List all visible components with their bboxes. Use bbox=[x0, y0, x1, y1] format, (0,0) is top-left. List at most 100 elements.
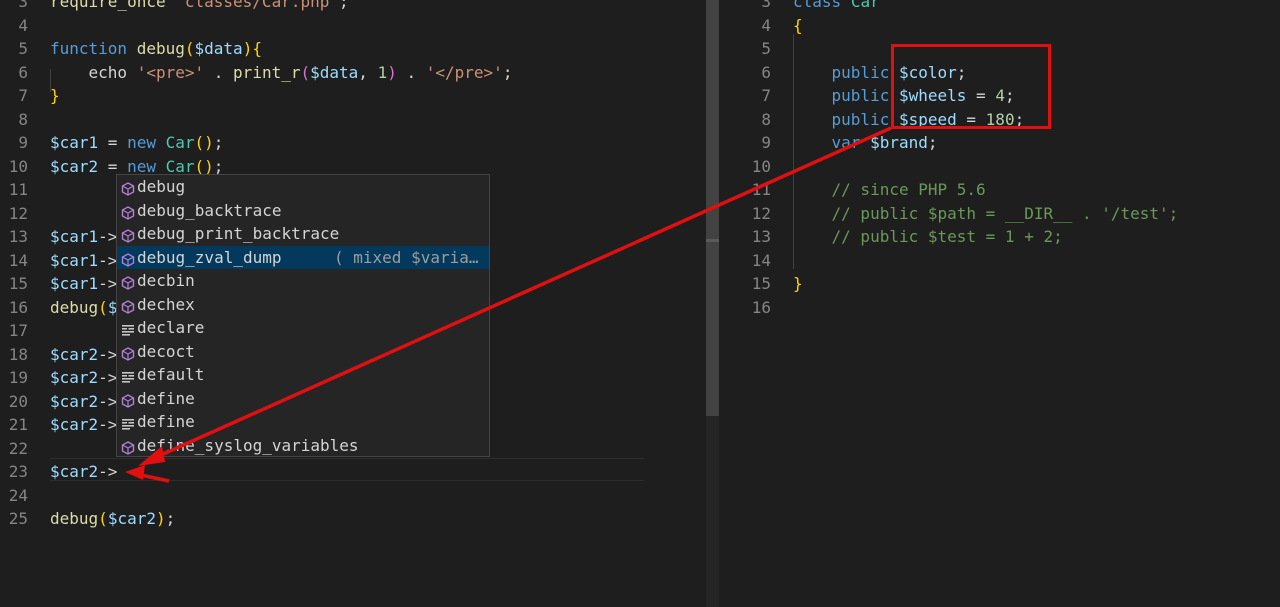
suggestion-item[interactable]: declare bbox=[117, 316, 489, 339]
code-line[interactable]: 11 // since PHP 5.6 bbox=[719, 178, 1280, 201]
code-text[interactable]: $car1-> bbox=[50, 249, 117, 272]
code-line[interactable]: 5 function debug($data){ bbox=[0, 37, 706, 60]
code-text[interactable]: $car2-> bbox=[50, 366, 117, 389]
line-number: 7 bbox=[18, 86, 28, 105]
suggestion-item[interactable]: dechex bbox=[117, 293, 489, 316]
suggestion-item[interactable]: debug_zval_dump ( mixed $varia… bbox=[117, 245, 489, 269]
code-line[interactable]: 23 $car2-> bbox=[0, 460, 706, 483]
code-token: debug bbox=[50, 297, 99, 317]
code-line[interactable]: 3 class Car bbox=[719, 0, 1280, 13]
code-token: () bbox=[194, 133, 214, 152]
code-line[interactable]: 4{ bbox=[719, 14, 1280, 37]
code-text[interactable]: // public $path = __DIR__ . '/test'; bbox=[793, 202, 1179, 225]
code-token: 1 bbox=[377, 62, 388, 82]
code-token: $car2 bbox=[50, 368, 99, 387]
code-text[interactable]: $car1-> bbox=[50, 272, 117, 295]
method-cube-icon bbox=[121, 297, 135, 314]
suggestion-item[interactable]: decoct bbox=[117, 340, 489, 363]
code-line[interactable]: 16 bbox=[719, 296, 1280, 319]
code-line[interactable]: 25 debug($car2); bbox=[0, 507, 706, 530]
line-number: 6 bbox=[761, 62, 771, 82]
code-text[interactable]: echo '<pre>' . print_r($data, 1) . '</pr… bbox=[50, 61, 513, 84]
suggestion-item[interactable]: define bbox=[117, 387, 489, 410]
code-token: public bbox=[793, 109, 890, 129]
code-token: -> bbox=[98, 462, 118, 481]
code-token: ) bbox=[387, 62, 397, 82]
line-number: 18 bbox=[8, 344, 28, 364]
code-line[interactable]: 9 $car1 = new Car(); bbox=[0, 131, 706, 154]
method-cube-icon bbox=[121, 179, 135, 196]
code-text[interactable]: class Car bbox=[793, 0, 880, 13]
annotation-highlight-box bbox=[891, 44, 1051, 129]
suggestion-item[interactable]: decbin bbox=[117, 269, 489, 292]
code-line[interactable]: 6 echo '<pre>' . print_r($data, 1) . '</… bbox=[0, 61, 706, 84]
code-line[interactable]: 9 var $brand; bbox=[719, 131, 1280, 154]
code-token: ( bbox=[98, 297, 108, 317]
code-line[interactable]: 12 // public $path = __DIR__ . '/test'; bbox=[719, 202, 1280, 225]
suggestion-item[interactable]: define_syslog_variables bbox=[117, 434, 489, 457]
code-token: new bbox=[127, 133, 156, 152]
code-token: ; bbox=[502, 62, 513, 82]
code-text[interactable]: require_once 'classes/Car.php'; bbox=[50, 0, 349, 13]
code-token: $car2 bbox=[50, 415, 99, 434]
code-text[interactable]: } bbox=[793, 272, 803, 295]
code-text[interactable]: $car2-> bbox=[50, 390, 117, 413]
code-text[interactable]: $car2-> bbox=[50, 343, 117, 366]
suggestion-item[interactable]: debug bbox=[117, 175, 489, 198]
code-token: $brand bbox=[870, 133, 928, 152]
code-line[interactable]: 15} bbox=[719, 272, 1280, 295]
code-text[interactable]: debug($ bbox=[50, 296, 117, 319]
code-text[interactable]: debug($car2); bbox=[50, 507, 175, 530]
code-text[interactable]: $car2-> bbox=[50, 460, 117, 483]
line-number: 20 bbox=[8, 391, 28, 411]
autocomplete-suggest-widget[interactable]: debug debug_backtrace debug_print_backtrac… bbox=[116, 174, 490, 457]
code-token: $data bbox=[194, 39, 243, 58]
code-text[interactable]: } bbox=[50, 84, 60, 107]
code-token: -> bbox=[98, 368, 118, 387]
code-line[interactable]: 13 // public $test = 1 + 2; bbox=[719, 225, 1280, 248]
code-text[interactable]: $car1-> bbox=[50, 225, 117, 248]
line-number: 24 bbox=[8, 485, 28, 505]
code-text[interactable]: var $brand; bbox=[793, 131, 938, 154]
code-token: = bbox=[98, 133, 128, 152]
vertical-scrollbar-thumb[interactable] bbox=[706, 0, 719, 416]
suggestion-label: decoct bbox=[137, 341, 195, 361]
code-text[interactable]: $car1 = new Car(); bbox=[50, 131, 223, 154]
code-text[interactable]: { bbox=[793, 14, 803, 37]
line-number: 21 bbox=[8, 415, 28, 434]
code-token: { bbox=[793, 15, 803, 35]
code-token: ( bbox=[300, 62, 311, 82]
suggestion-item[interactable]: define bbox=[117, 410, 489, 433]
left-editor-pane[interactable]: 3 require_once 'classes/Car.php'; 4 5 functi… bbox=[0, 0, 706, 607]
suggestion-item[interactable]: default bbox=[117, 363, 489, 386]
code-token: -> bbox=[98, 227, 118, 246]
code-token: -> bbox=[98, 274, 118, 293]
code-line[interactable]: 8 bbox=[0, 108, 706, 131]
code-text[interactable]: // public $test = 1 + 2; bbox=[793, 225, 1063, 248]
suggestion-item[interactable]: debug_backtrace bbox=[117, 199, 489, 222]
code-token: '<pre>' bbox=[136, 62, 205, 82]
code-line[interactable]: 10 bbox=[719, 155, 1280, 178]
code-line[interactable]: 14 bbox=[719, 249, 1280, 272]
code-line[interactable]: 3 require_once 'classes/Car.php'; bbox=[0, 0, 706, 13]
code-line[interactable]: 4 bbox=[0, 14, 706, 37]
line-number: 17 bbox=[8, 321, 28, 340]
code-token: . bbox=[204, 62, 234, 82]
line-number: 15 bbox=[751, 274, 771, 293]
suggestion-item[interactable]: debug_print_backtrace bbox=[117, 222, 489, 245]
code-token: $car2 bbox=[50, 344, 99, 364]
code-token: // public $path = __DIR__ . '/test'; bbox=[793, 203, 1179, 223]
line-number: 5 bbox=[761, 39, 771, 58]
line-number: 12 bbox=[751, 203, 771, 223]
line-number: 3 bbox=[761, 0, 771, 11]
code-line[interactable]: 7} bbox=[0, 84, 706, 107]
code-text[interactable]: // since PHP 5.6 bbox=[793, 178, 986, 201]
keyword-snippet-icon bbox=[121, 320, 135, 336]
suggestion-label: debug bbox=[137, 177, 186, 196]
code-line[interactable]: 24 bbox=[0, 484, 706, 507]
code-text[interactable]: function debug($data){ bbox=[50, 37, 262, 60]
code-text[interactable]: $car2-> bbox=[50, 413, 117, 436]
